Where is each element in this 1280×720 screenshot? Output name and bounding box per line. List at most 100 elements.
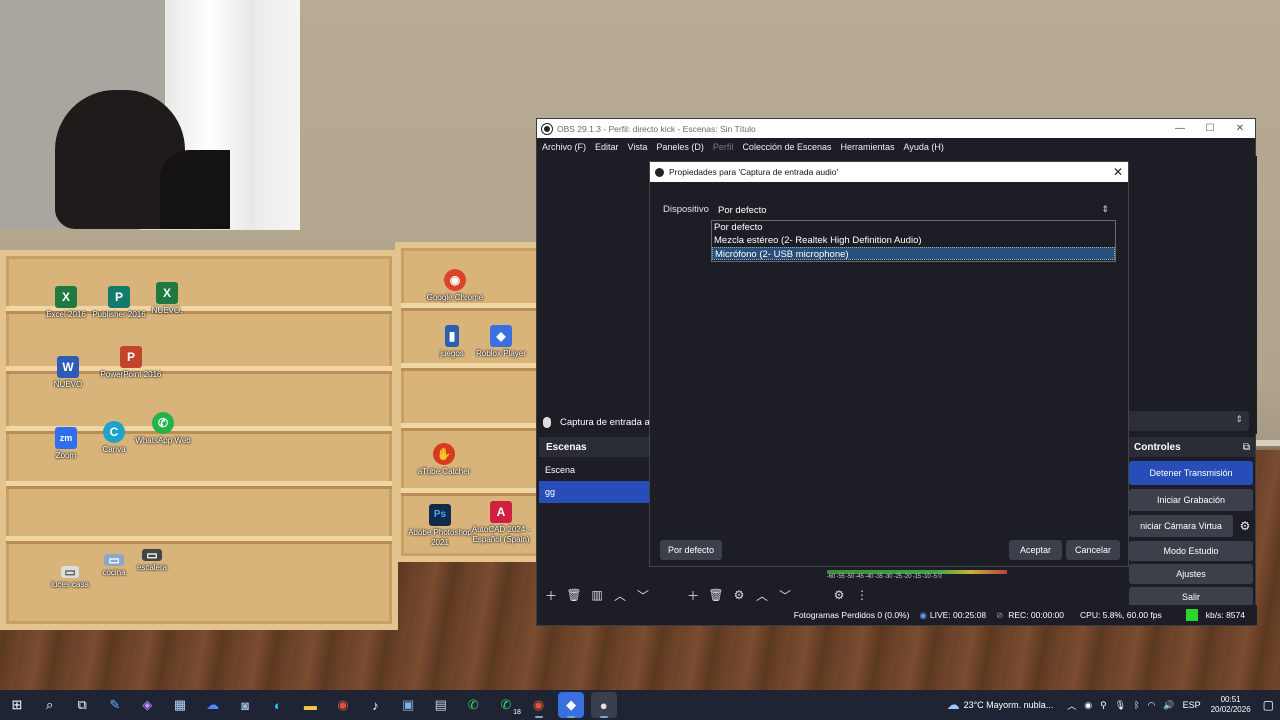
chrome-icon[interactable]: ◉ <box>330 692 356 718</box>
screen-app-icon[interactable]: ▣ <box>395 692 421 718</box>
calculator-icon[interactable]: ▦ <box>167 692 193 718</box>
mixer-menu-icon[interactable]: ⋮ <box>852 586 872 604</box>
close-icon[interactable]: ✕ <box>1108 165 1128 179</box>
device-dropdown-list: Por defecto Mezcla estéreo (2- Realtek H… <box>711 220 1116 262</box>
menu-herramientas[interactable]: Herramientas <box>841 142 895 152</box>
obs-taskbar-icon[interactable]: ● <box>590 692 617 718</box>
notifications-icon[interactable]: ▢ <box>1263 698 1274 712</box>
menu-ayuda[interactable]: Ayuda (H) <box>904 142 944 152</box>
updown-arrow-icon: ⇕ <box>1101 204 1109 214</box>
accept-button[interactable]: Aceptar <box>1009 540 1062 560</box>
clock-date: 20/02/2026 <box>1210 705 1251 714</box>
device-option-usb-microphone[interactable]: Micrófono (2- USB microphone) <box>712 247 1115 260</box>
settings-button[interactable]: Ajustes <box>1129 564 1253 584</box>
shortcut-icon: ▭ <box>61 566 79 578</box>
wifi-tray-icon[interactable]: ◠ <box>1148 700 1156 711</box>
desktop-icon-nuevo-excel[interactable]: X NUEVO. <box>132 282 202 316</box>
desktop-icon-powerpoint[interactable]: P PowerPoint 2016 <box>96 346 166 380</box>
desktop-icon-roblox[interactable]: ◆ Roblox Player <box>466 325 536 359</box>
person-shoulder <box>160 150 230 229</box>
whatsapp-taskbar-icon[interactable]: ✆ <box>460 692 486 718</box>
device-option-default[interactable]: Por defecto <box>712 221 1115 234</box>
minimize-button[interactable]: — <box>1165 123 1195 134</box>
source-properties-combo[interactable]: ⇕ <box>1117 411 1249 431</box>
exit-button[interactable]: Salir <box>1129 587 1253 607</box>
move-source-down-button[interactable]: ﹀ <box>775 586 795 604</box>
desktop-icon-whatsapp-web[interactable]: ✆ WhatsApp Web <box>128 412 198 446</box>
webcam-overlay <box>0 0 255 229</box>
notes-app-icon[interactable]: ▤ <box>428 692 454 718</box>
copilot-icon[interactable]: ◈ <box>134 692 160 718</box>
obs-logo-icon <box>541 122 553 135</box>
start-button-windows-icon[interactable]: ⊞ <box>4 692 30 718</box>
weather-cloud-icon[interactable]: ☁ <box>947 697 960 713</box>
weather-text[interactable]: 23°C Mayorm. nubla... <box>964 700 1054 710</box>
live-broadcast-icon: ◉ <box>919 609 927 620</box>
desktop-icon-escalera[interactable]: ▭ escalera <box>117 549 187 573</box>
device-select[interactable]: Por defecto ⇕ <box>712 201 1115 219</box>
bitrate-status: kb/s: 8574 <box>1176 609 1245 621</box>
desktop-icon-google-chrome[interactable]: ◉ Google Chrome <box>420 269 490 303</box>
source-properties-gear-icon[interactable]: ⚙ <box>729 586 749 604</box>
move-scene-down-button[interactable]: ﹀ <box>633 586 653 604</box>
bluetooth-tray-icon[interactable]: ᛒ <box>1134 700 1139 710</box>
menu-coleccion-escenas[interactable]: Colección de Escenas <box>742 142 831 152</box>
edge-icon[interactable]: ◐ <box>265 692 291 718</box>
roblox-taskbar-icon[interactable]: ◆ <box>558 692 585 718</box>
menu-archivo[interactable]: Archivo (F) <box>542 142 586 152</box>
undock-icon[interactable]: ⧉ <box>1243 442 1250 453</box>
search-icon[interactable]: ⌕ <box>37 692 63 718</box>
zoom-icon: zm <box>55 427 77 449</box>
word-file-icon: W <box>57 356 79 378</box>
move-scene-up-button[interactable]: ︿ <box>610 586 630 604</box>
menu-editar[interactable]: Editar <box>595 142 619 152</box>
device-option-stereo-mix[interactable]: Mezcla estéreo (2- Realtek High Definiti… <box>712 234 1115 247</box>
language-indicator[interactable]: ESP <box>1183 700 1201 710</box>
tiktok-icon[interactable]: ♪ <box>363 692 389 718</box>
desktop-icon-atube-catcher[interactable]: ✋ aTube Catcher <box>409 443 479 477</box>
task-view-icon[interactable]: ⧉ <box>69 692 95 718</box>
start-recording-button[interactable]: Iniciar Grabación <box>1129 489 1253 511</box>
microphone-tray-icon[interactable]: 🎙 <box>1115 700 1126 711</box>
network-tray-icon[interactable]: ⚲ <box>1100 700 1107 711</box>
scene-item-gg[interactable]: gg <box>539 481 650 503</box>
volume-tray-icon[interactable]: 🔊 <box>1163 700 1174 711</box>
rec-status: ⊘ REC: 00:00:00 <box>996 609 1065 621</box>
restore-defaults-button[interactable]: Por defecto <box>660 540 722 560</box>
shortcut-icon: ▭ <box>142 549 162 561</box>
move-source-up-button[interactable]: ︿ <box>752 586 772 604</box>
dialog-titlebar: Propiedades para 'Captura de entrada aud… <box>650 162 1128 182</box>
publisher-icon: P <box>108 286 130 308</box>
maximize-button[interactable]: ☐ <box>1195 123 1225 134</box>
camera-app-icon[interactable]: ◙ <box>232 692 258 718</box>
start-virtual-camera-button[interactable]: niciar Cámara Virtua <box>1129 515 1233 537</box>
menu-paneles[interactable]: Paneles (D) <box>656 142 704 152</box>
close-window-button[interactable]: ✕ <box>1225 123 1255 134</box>
add-source-button[interactable]: ＋ <box>683 586 703 604</box>
menu-perfil[interactable]: Perfil <box>713 142 734 152</box>
stop-streaming-button[interactable]: Detener Transmisión <box>1129 461 1253 485</box>
scene-item-escena[interactable]: Escena <box>539 459 650 481</box>
add-scene-button[interactable]: ＋ <box>541 586 561 604</box>
virtual-camera-settings-gear-icon[interactable]: ⚙ <box>1235 515 1255 537</box>
desktop-icon-autocad[interactable]: A AutoCAD 2024 - Español (Spain) <box>466 501 536 545</box>
remove-scene-button[interactable]: 🗑 <box>564 586 584 604</box>
obs-statusbar: Fotogramas Perdidos 0 (0.0%) ◉ LIVE: 00:2… <box>537 605 1257 625</box>
desktop-icon-nuevo-word[interactable]: W NUEVO <box>33 356 103 390</box>
menu-vista[interactable]: Vista <box>628 142 648 152</box>
chevron-up-icon[interactable]: ︿ <box>1067 699 1076 712</box>
chrome-active-icon[interactable]: ◉ <box>526 692 552 718</box>
scene-filters-button[interactable]: ▥ <box>587 586 607 604</box>
pen-app-icon[interactable]: ✎ <box>102 692 128 718</box>
record-tray-icon[interactable]: ◉ <box>1084 700 1092 711</box>
cloud-app-icon[interactable]: ☁ <box>200 692 226 718</box>
cancel-button[interactable]: Cancelar <box>1066 540 1120 560</box>
mixer-settings-icon[interactable]: ⚙ <box>829 586 849 604</box>
remove-source-button[interactable]: 🗑 <box>706 586 726 604</box>
file-explorer-icon[interactable]: ▬ <box>297 692 323 718</box>
system-tray: ☁ 23°C Mayorm. nubla... ︿ ◉ ⚲ 🎙 ᛒ ◠ 🔊 ES… <box>939 695 1280 715</box>
clock[interactable]: 00:51 20/02/2026 <box>1211 695 1251 715</box>
desktop-icon-photoshop[interactable]: Ps Adobe Photoshop 2021 <box>405 504 475 548</box>
whatsapp-badge-icon[interactable]: ✆ 18 <box>493 692 521 718</box>
studio-mode-button[interactable]: Modo Estudio <box>1129 541 1253 561</box>
